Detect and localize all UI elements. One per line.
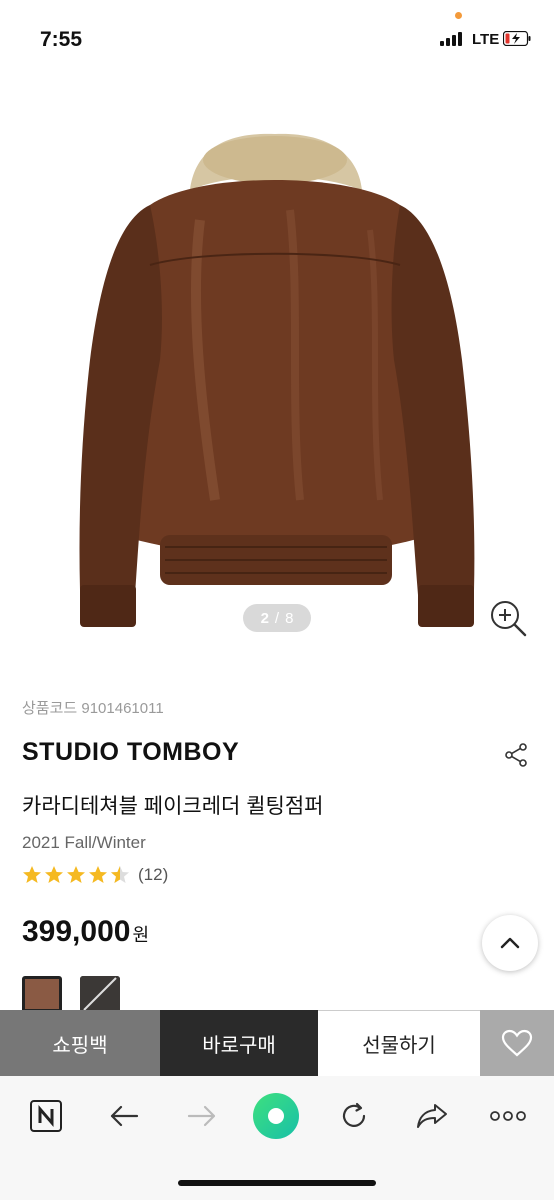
naver-home-button[interactable] [28, 1098, 64, 1134]
star-icon [23, 866, 41, 883]
back-button[interactable] [106, 1098, 142, 1134]
share-icon[interactable] [504, 742, 528, 768]
home-indicator [178, 1180, 376, 1186]
review-count[interactable]: (12) [138, 865, 168, 885]
battery-icon [503, 31, 531, 46]
chevron-up-icon [500, 937, 520, 949]
purchase-action-bar: 쇼핑백 바로구매 선물하기 [0, 1010, 554, 1076]
scroll-top-button[interactable] [482, 915, 538, 971]
price-currency: 원 [132, 925, 150, 945]
share-arrow-icon [417, 1104, 447, 1128]
status-bar: 7:55 LTE [0, 0, 554, 80]
status-time: 7:55 [40, 28, 83, 51]
gallery-separator: / [274, 609, 280, 627]
gallery-current: 2 [260, 609, 269, 627]
green-dot-icon [253, 1093, 299, 1139]
zoom-icon[interactable] [488, 598, 528, 638]
green-dot-button[interactable] [252, 1092, 300, 1140]
reload-button[interactable] [336, 1098, 372, 1134]
reload-icon [342, 1102, 366, 1127]
product-price: 399,000 원 [22, 915, 149, 949]
star-icon [89, 866, 107, 883]
wishlist-button[interactable] [480, 1010, 554, 1076]
share-page-button[interactable] [414, 1098, 450, 1134]
rating-stars[interactable]: (12) [22, 865, 168, 885]
network-label: LTE [472, 31, 500, 48]
gallery-pager: 2 / 8 [243, 604, 311, 632]
gallery-total: 8 [285, 609, 294, 627]
gift-button[interactable]: 선물하기 [318, 1010, 480, 1076]
product-code-label: 상품코드 [22, 700, 78, 717]
shopping-bag-button[interactable]: 쇼핑백 [0, 1010, 160, 1076]
signal-icon [440, 32, 462, 46]
forward-icon [187, 1105, 216, 1127]
color-swatch-black[interactable] [80, 976, 120, 1012]
more-button[interactable] [490, 1098, 526, 1134]
product-season: 2021 Fall/Winter [22, 833, 146, 852]
product-code: 상품코드 9101461011 [22, 697, 164, 718]
price-value: 399,000 [22, 915, 131, 948]
more-icon [490, 1111, 526, 1121]
buy-now-button[interactable]: 바로구매 [160, 1010, 318, 1076]
indicator-dot [455, 12, 462, 19]
product-name: 카라디테쳐블 페이크레더 퀼팅점퍼 [22, 795, 324, 818]
star-icon [67, 866, 85, 883]
heart-icon [501, 1029, 533, 1057]
back-icon [110, 1105, 139, 1127]
forward-button[interactable] [184, 1098, 220, 1134]
naver-icon [30, 1100, 62, 1132]
product-image[interactable] [0, 80, 554, 660]
product-code-value: 9101461011 [81, 700, 164, 717]
star-icon [45, 866, 63, 883]
color-swatch-brown[interactable] [22, 976, 62, 1012]
half-star-icon [111, 866, 129, 883]
brand-name[interactable]: STUDIO TOMBOY [22, 738, 239, 767]
